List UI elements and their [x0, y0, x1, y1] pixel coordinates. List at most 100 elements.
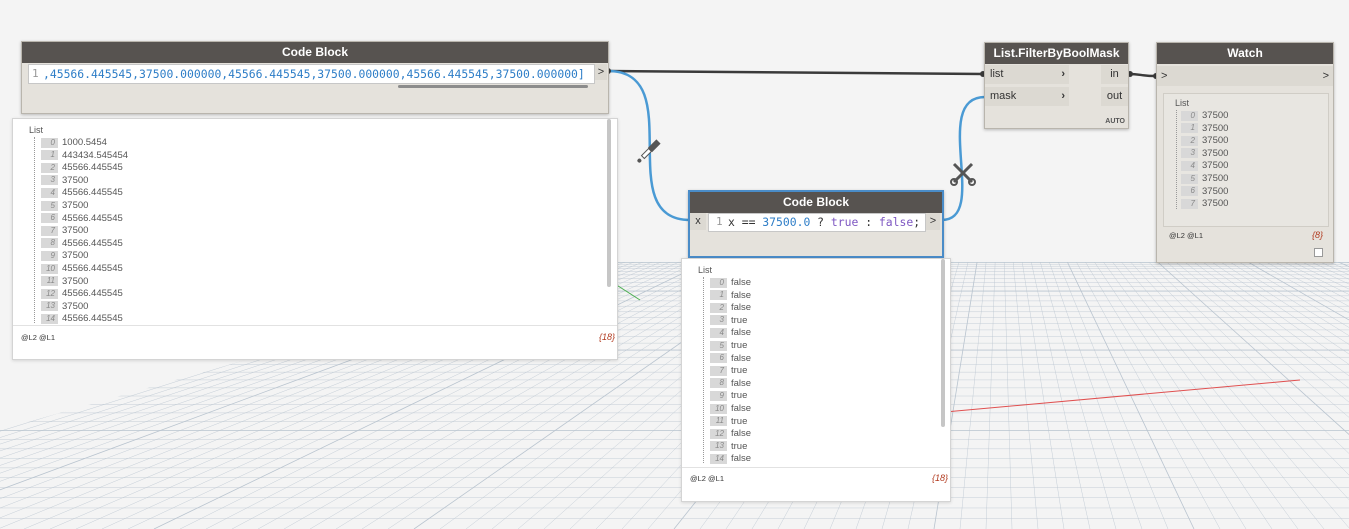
filter-by-bool-mask-node[interactable]: List.FilterByBoolMask list › mask › in o…	[984, 42, 1129, 129]
list-item: 14 false	[710, 453, 751, 465]
tree-line	[34, 137, 35, 323]
list-item-index: 6	[710, 353, 727, 364]
list-item-value: 45566.445545	[62, 288, 123, 300]
list-item: 0 false	[710, 277, 751, 289]
watch-node[interactable]: Watch > > List 0 37500 1 37500 2 37500 3 37500 4…	[1156, 42, 1334, 263]
port-label: x	[695, 215, 701, 227]
output-port-out[interactable]: out	[1101, 87, 1128, 106]
list-item: 0 1000.5454	[41, 137, 107, 149]
list-item-value: false	[731, 428, 752, 440]
code-keyword: true	[830, 215, 859, 229]
pick-wire-icon[interactable]	[636, 139, 661, 164]
chevron-right-icon: ›	[1061, 90, 1065, 102]
list-item-index: 4	[41, 187, 58, 198]
list-item-index: 14	[710, 453, 727, 464]
list-item-value: false	[731, 352, 752, 364]
list-item: 4 37500	[1181, 160, 1228, 172]
list-item-value: 37500	[62, 225, 89, 237]
list-item-value: false	[731, 327, 752, 339]
list-item: 4 45566.445545	[41, 187, 123, 199]
wire-codeblock2-to-mask[interactable]	[941, 95, 986, 222]
watch-preview[interactable]: List 0 37500 1 37500 2 37500 3 37500 4 37500 5 3750…	[1163, 93, 1329, 227]
input-port-list[interactable]: list ›	[985, 65, 1069, 84]
list-item-index: 14	[41, 313, 58, 324]
chevron-right-icon: >	[597, 66, 605, 78]
node-title[interactable]: Watch	[1157, 43, 1333, 64]
list-item-value: 45566.445545	[62, 263, 123, 274]
code-number: 37500.0	[762, 215, 811, 229]
preview-bubble-2[interactable]: List 0 false 1 false 2 false 3 true 4 false 5 true 6…	[681, 258, 951, 502]
list-item-index: 12	[41, 288, 58, 299]
code-token: ;	[913, 215, 921, 229]
list-item-value: 1000.5454	[62, 137, 107, 148]
input-port-mask[interactable]: mask ›	[985, 87, 1069, 106]
code-editor[interactable]: 1 ,45566.445545,37500.000000,45566.44554…	[28, 64, 595, 84]
lacing-label[interactable]: AUTO	[1105, 118, 1125, 125]
code-token: ?	[817, 215, 825, 229]
list-item: 14 45566.445545	[41, 313, 123, 325]
input-port-x[interactable]: x	[690, 213, 706, 230]
output-port-in[interactable]: in	[1101, 65, 1128, 84]
preview-divider	[13, 325, 617, 326]
list-item-index: 5	[41, 200, 58, 211]
chevron-right-icon: >	[1322, 70, 1329, 82]
list-item: 3 37500	[41, 175, 88, 187]
vertical-scrollbar[interactable]	[941, 259, 945, 427]
port-label: out	[1106, 90, 1123, 102]
list-item: 2 45566.445545	[41, 162, 123, 174]
preview-bubble-1[interactable]: List 0 1000.5454 1 443434.545454 2 45566.4455…	[12, 118, 618, 360]
code-text[interactable]: ,45566.445545,37500.000000,45566.445545,…	[43, 67, 585, 81]
list-item: 1 37500	[1181, 123, 1228, 135]
horizontal-scrollbar[interactable]	[398, 85, 588, 88]
list-item: 10 false	[710, 403, 751, 415]
list-item-index: 11	[41, 276, 58, 287]
code-block-node-1[interactable]: Code Block 1 ,45566.445545,37500.000000,…	[21, 41, 609, 114]
list-item-index: 13	[710, 441, 727, 452]
code-editor[interactable]: 1 x == 37500.0 ? true : false;	[708, 213, 926, 232]
list-item-value: 37500	[62, 300, 89, 312]
port-label: list	[990, 68, 1004, 80]
list-item-index: 2	[710, 302, 727, 313]
list-item: 12 false	[710, 428, 751, 440]
list-item: 5 37500	[1181, 173, 1228, 185]
code-text[interactable]: x == 37500.0 ? true : false;	[728, 215, 920, 229]
list-item: 12 45566.445545	[41, 288, 123, 300]
node-title[interactable]: Code Block	[22, 42, 608, 63]
list-item: 3 37500	[1181, 148, 1228, 160]
list-item: 3 true	[710, 315, 747, 327]
input-port[interactable]: > >	[1157, 66, 1333, 86]
list-item: 11 true	[710, 416, 747, 428]
list-item: 13 true	[710, 441, 747, 453]
list-count: {18}	[931, 473, 948, 483]
tree-line	[1176, 110, 1177, 209]
wire-codeblock1-to-x[interactable]	[607, 69, 691, 222]
list-item-index: 8	[41, 238, 58, 249]
output-port[interactable]: >	[926, 213, 940, 230]
list-item: 5 37500	[41, 200, 88, 212]
output-port[interactable]: >	[595, 64, 607, 80]
list-item: 7 true	[710, 365, 747, 377]
list-item: 9 37500	[41, 250, 88, 262]
port-label: mask	[990, 90, 1017, 102]
code-block-node-2[interactable]: Code Block x 1 x == 37500.0 ? true : fal…	[688, 190, 944, 258]
list-item-index: 7	[41, 225, 58, 236]
list-item-index: 7	[710, 365, 727, 376]
list-item-value: true	[731, 415, 748, 427]
vertical-scrollbar[interactable]	[607, 119, 611, 287]
list-item: 1 false	[710, 290, 751, 302]
list-item: 1 443434.545454	[41, 150, 128, 162]
preview-divider	[682, 467, 950, 468]
list-item-index: 0	[41, 137, 58, 148]
list-count: {18}	[598, 332, 615, 342]
wire-codeblock1-to-list[interactable]	[607, 69, 985, 76]
list-item: 8 45566.445545	[41, 238, 123, 250]
list-header: List	[1175, 98, 1190, 108]
list-item: 6 false	[710, 353, 751, 365]
node-title[interactable]: List.FilterByBoolMask	[985, 43, 1128, 64]
list-item: 4 false	[710, 327, 751, 339]
checkbox-icon[interactable]	[1314, 248, 1323, 257]
list-item: 10 45566.445545	[41, 263, 123, 275]
list-item-value: 37500	[1202, 185, 1229, 197]
node-title[interactable]: Code Block	[690, 192, 942, 213]
chevron-right-icon: ›	[1061, 68, 1065, 80]
